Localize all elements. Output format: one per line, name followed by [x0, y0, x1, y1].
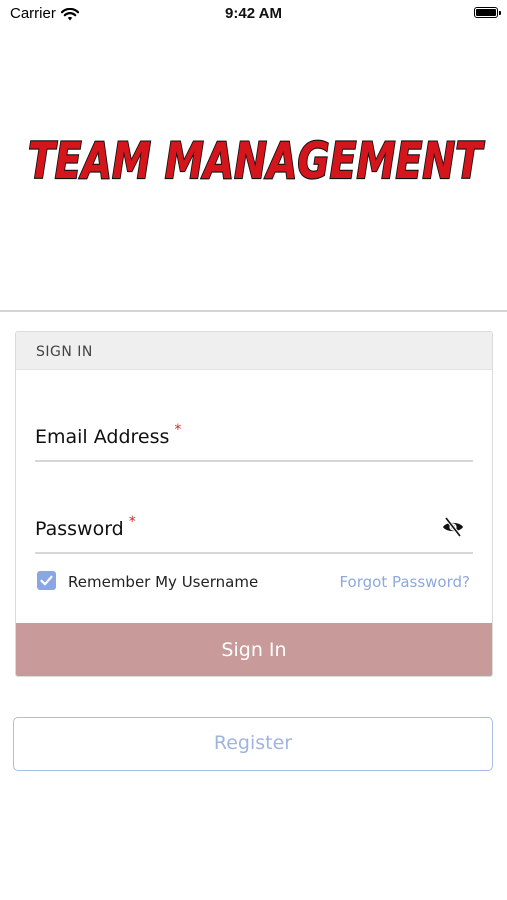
- logo-text: TEAM MANAGEMENT: [28, 132, 485, 190]
- team-management-logo: TEAM MANAGEMENT: [22, 124, 488, 190]
- required-marker: *: [128, 514, 136, 530]
- sign-in-header: SIGN IN: [16, 332, 492, 370]
- password-label: Password *: [35, 514, 136, 540]
- status-time: 9:42 AM: [225, 5, 282, 22]
- email-field[interactable]: Email Address *: [35, 410, 473, 462]
- sign-in-card: SIGN IN Email Address * Password * Remembe…: [15, 331, 493, 677]
- sign-in-header-label: SIGN IN: [36, 344, 93, 360]
- eye-slash-icon[interactable]: [441, 515, 465, 539]
- checkmark-icon: [40, 575, 53, 586]
- password-field[interactable]: Password *: [35, 502, 473, 554]
- register-button[interactable]: Register: [13, 717, 493, 771]
- forgot-password-link[interactable]: Forgot Password?: [339, 573, 470, 591]
- status-bar: Carrier 9:42 AM: [0, 0, 507, 30]
- battery-icon: [474, 7, 501, 18]
- header-divider: [0, 310, 507, 312]
- required-marker: *: [174, 422, 182, 438]
- remember-label: Remember My Username: [68, 573, 259, 591]
- sign-in-button[interactable]: Sign In: [16, 623, 492, 676]
- remember-checkbox[interactable]: [37, 571, 56, 590]
- email-label: Email Address *: [35, 422, 182, 448]
